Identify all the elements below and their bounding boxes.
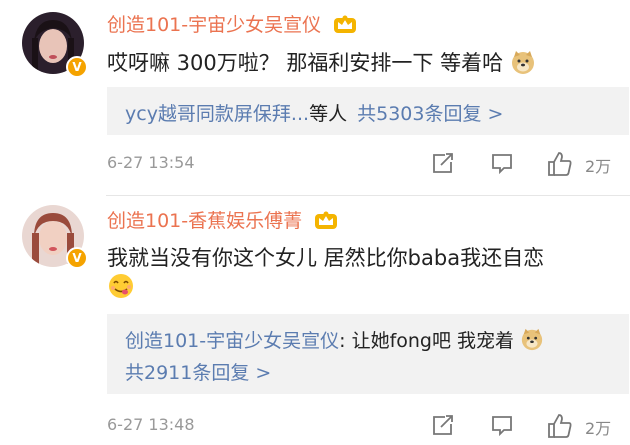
- vip-crown-icon: [314, 210, 338, 235]
- vip-crown-icon: [333, 14, 357, 39]
- comment-icon[interactable]: [490, 151, 514, 179]
- view-replies-link[interactable]: 共5303条回复 >: [357, 103, 503, 125]
- yummy-face-emoji: [107, 272, 135, 305]
- like-count: 2万: [585, 419, 612, 438]
- comment-text-content: 我就当没有你这个女儿 居然比你baba我还自恋: [107, 246, 545, 270]
- comment-item: V 创造101-宇宙少女吴宣仪 哎呀嘛 300万啦？ 那福利安排一下 等着哈 y…: [0, 0, 630, 196]
- reply-preview[interactable]: 创造101-宇宙少女吴宣仪: 让她fong吧 我宠着 共2911条回复 >: [107, 314, 629, 394]
- comment-icon[interactable]: [490, 413, 514, 441]
- comment-time: 6-27 13:54: [107, 153, 195, 172]
- doge-emoji: [520, 327, 544, 356]
- comment-text-content: 哎呀嘛 300万啦？ 那福利安排一下 等着哈: [107, 51, 504, 75]
- comment-username[interactable]: 创造101-宇宙少女吴宣仪: [107, 10, 357, 39]
- username-link[interactable]: 创造101-宇宙少女吴宣仪: [107, 14, 321, 36]
- reply-suffix: 等人: [309, 103, 348, 125]
- doge-emoji: [510, 49, 536, 80]
- comment-text: 哎呀嘛 300万啦？ 那福利安排一下 等着哈: [107, 47, 536, 80]
- comment-footer: 6-27 13:48 2万: [107, 413, 617, 439]
- view-replies-link[interactable]: 共2911条回复 >: [125, 362, 271, 384]
- comment-footer: 6-27 13:54 2万: [107, 151, 617, 177]
- verified-badge: V: [66, 247, 88, 269]
- reply-preview[interactable]: ycy越哥同款屏保拜...等人 共5303条回复 >: [107, 87, 629, 135]
- reply-separator: :: [339, 330, 346, 352]
- verified-badge: V: [66, 56, 88, 78]
- reply-author-link[interactable]: ycy越哥同款屏保拜...: [125, 103, 309, 125]
- comment-time: 6-27 13:48: [107, 415, 195, 434]
- username-link[interactable]: 创造101-香蕉娱乐傅菁: [107, 210, 302, 232]
- reply-content: 让她fong吧 我宠着: [351, 330, 515, 352]
- comment-item: V 创造101-香蕉娱乐傅菁 我就当没有你这个女儿 居然比你baba我还自恋 创…: [0, 196, 630, 445]
- reply-author-link[interactable]: 创造101-宇宙少女吴宣仪: [125, 330, 339, 352]
- comment-text: 我就当没有你这个女儿 居然比你baba我还自恋: [107, 242, 544, 272]
- share-icon[interactable]: [431, 151, 455, 179]
- share-icon[interactable]: [431, 413, 455, 441]
- comment-text-emoji-line: [107, 272, 135, 305]
- comment-username[interactable]: 创造101-香蕉娱乐傅菁: [107, 206, 338, 235]
- thumbs-up-icon[interactable]: [547, 413, 573, 443]
- like-count: 2万: [585, 157, 612, 176]
- thumbs-up-icon[interactable]: [547, 151, 573, 181]
